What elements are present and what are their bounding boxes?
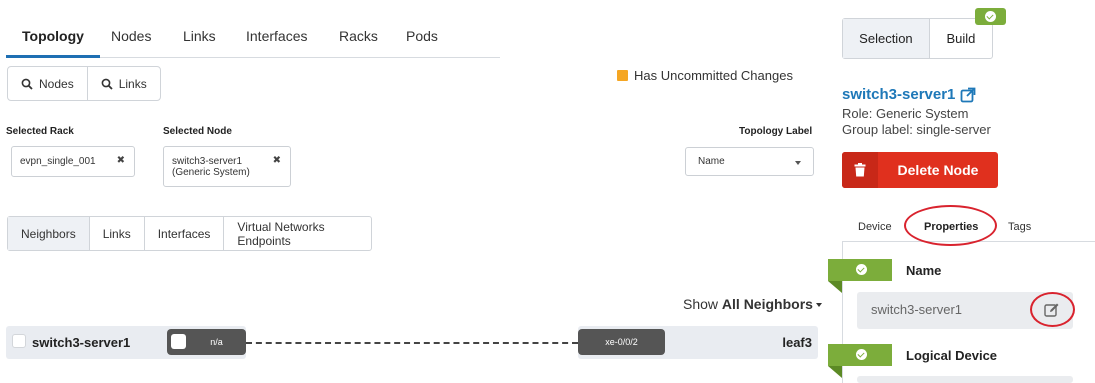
show-neighbors-dropdown[interactable]: Show All Neighbors <box>683 296 822 312</box>
search-button-group: Nodes Links <box>7 66 161 101</box>
left-node-name: switch3-server1 <box>32 335 131 350</box>
tab-device[interactable]: Device <box>858 221 892 233</box>
topology-label-select[interactable]: Name <box>685 147 814 176</box>
check-circle-icon <box>985 11 996 22</box>
active-tab-indicator <box>6 55 100 58</box>
build-status-badge <box>975 8 1006 25</box>
search-links-button[interactable]: Links <box>88 67 160 100</box>
neighbors-subtabs: Neighbors Links Interfaces Virtual Netwo… <box>7 216 372 251</box>
trash-icon <box>842 152 878 188</box>
uncommitted-changes-indicator: Has Uncommitted Changes <box>617 68 793 83</box>
selected-node-name: switch3-server1 <box>172 156 243 167</box>
search-links-label: Links <box>118 76 147 91</box>
tab-links[interactable]: Links <box>183 28 216 44</box>
node-title-link[interactable]: switch3-server1 <box>842 86 976 103</box>
node-role: Role: Generic System <box>842 106 969 121</box>
subtab-virtual-networks-endpoints[interactable]: Virtual Networks Endpoints <box>224 217 371 250</box>
edit-highlight-ring <box>1030 292 1075 327</box>
left-node-checkbox[interactable] <box>12 334 26 348</box>
tab-tags[interactable]: Tags <box>1008 221 1031 233</box>
name-status-flag <box>828 259 892 293</box>
show-prefix: Show <box>683 296 719 312</box>
name-property-label: Name <box>906 263 942 278</box>
properties-highlight-ring <box>904 205 997 246</box>
search-icon <box>21 78 33 90</box>
tab-pods[interactable]: Pods <box>406 28 438 44</box>
delete-node-label: Delete Node <box>897 162 979 178</box>
subtab-neighbors[interactable]: Neighbors <box>8 217 90 250</box>
tab-interfaces[interactable]: Interfaces <box>246 28 307 44</box>
top-tabs: Topology Nodes Links Interfaces Racks Po… <box>6 18 500 58</box>
left-port-label: n/a <box>210 337 223 347</box>
selection-build-toggle: Selection Build <box>842 18 993 59</box>
name-property-value: switch3-server1 <box>871 302 963 317</box>
search-nodes-button[interactable]: Nodes <box>8 67 88 100</box>
external-link-icon <box>961 87 976 102</box>
left-port-checkbox[interactable] <box>171 334 186 349</box>
subtab-interfaces[interactable]: Interfaces <box>145 217 225 250</box>
chevron-down-icon <box>795 161 801 165</box>
logical-device-status-flag <box>828 344 892 378</box>
selected-rack-value: evpn_single_001 <box>20 156 96 167</box>
topology-label-label: Topology Label <box>739 126 813 137</box>
selected-rack-chip[interactable]: evpn_single_001 ✖ <box>11 146 135 177</box>
right-port[interactable]: xe-0/0/2 <box>578 329 665 355</box>
selected-node-label: Selected Node <box>163 126 232 137</box>
topology-label-value: Name <box>698 156 725 167</box>
selected-node-type: (Generic System) <box>172 167 250 178</box>
caret-down-icon <box>815 303 822 308</box>
node-title-text: switch3-server1 <box>842 86 956 103</box>
node-group-label: Group label: single-server <box>842 122 991 137</box>
right-port-label: xe-0/0/2 <box>605 337 638 347</box>
delete-node-button[interactable]: Delete Node <box>842 152 998 188</box>
segment-selection[interactable]: Selection <box>843 19 930 58</box>
check-circle-icon <box>856 349 867 360</box>
link-line <box>246 342 578 344</box>
warning-square-icon <box>617 70 628 81</box>
uncommitted-text: Has Uncommitted Changes <box>634 68 793 83</box>
selected-rack-label: Selected Rack <box>6 126 74 137</box>
tab-nodes[interactable]: Nodes <box>111 28 151 44</box>
right-node-name: leaf3 <box>782 335 812 350</box>
tab-topology[interactable]: Topology <box>22 28 84 44</box>
subtab-links[interactable]: Links <box>90 217 145 250</box>
search-icon <box>101 78 113 90</box>
clear-rack-icon[interactable]: ✖ <box>117 155 125 166</box>
logical-device-field[interactable] <box>857 376 1073 383</box>
clear-node-icon[interactable]: ✖ <box>273 155 281 166</box>
selected-node-chip[interactable]: switch3-server1 (Generic System) ✖ <box>163 146 291 187</box>
show-value: All Neighbors <box>721 296 813 312</box>
search-nodes-label: Nodes <box>39 76 74 91</box>
tab-racks[interactable]: Racks <box>339 28 378 44</box>
left-port[interactable]: n/a <box>167 329 246 355</box>
logical-device-label: Logical Device <box>906 348 998 363</box>
check-circle-icon <box>856 264 867 275</box>
